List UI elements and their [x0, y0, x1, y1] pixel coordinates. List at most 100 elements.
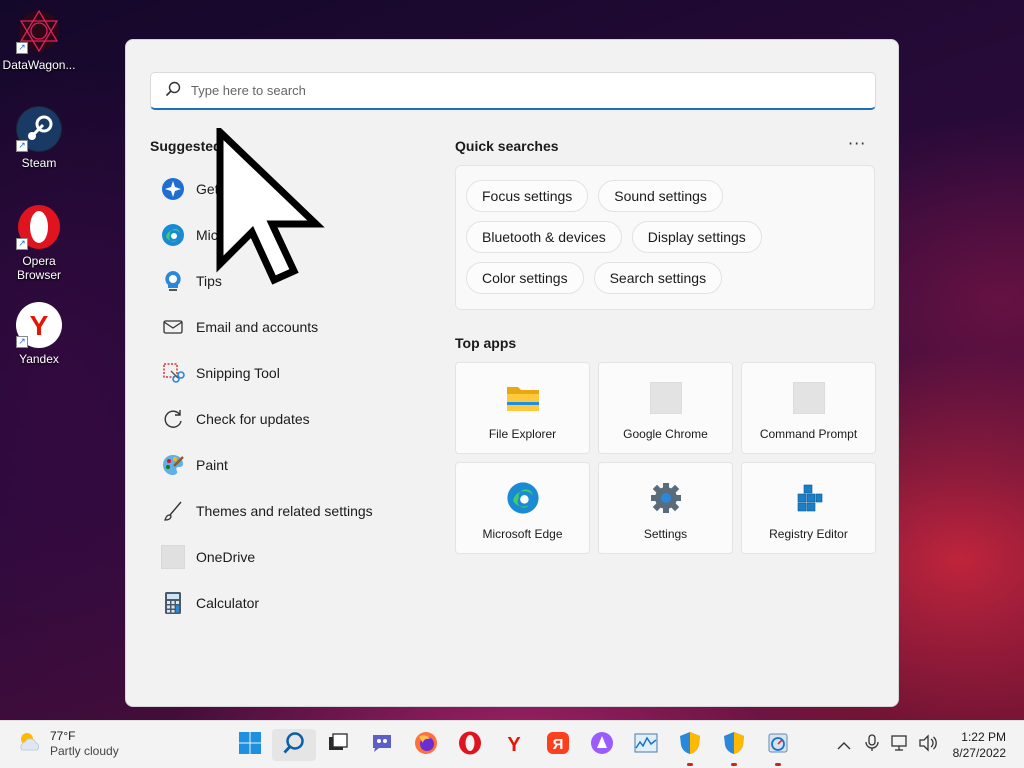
suggested-item-label: Snipping Tool — [196, 365, 280, 381]
app-tile-label: File Explorer — [488, 427, 557, 441]
quick-searches-heading: Quick searches — [455, 138, 559, 154]
desktop-icon-yandex[interactable]: Y ↗ Yandex — [0, 302, 78, 366]
suggested-item-label: Paint — [196, 457, 228, 473]
speaker-icon — [918, 734, 938, 756]
suggested-item-snipping-tool[interactable]: Snipping Tool — [150, 350, 420, 396]
taskbar-clock[interactable]: 1:22 PM 8/27/2022 — [944, 729, 1006, 761]
opera-icon: ↗ — [16, 204, 62, 250]
taskbar-opera-button[interactable] — [448, 729, 492, 761]
suggested-item-paint[interactable]: Paint — [150, 442, 420, 488]
search-icon — [165, 81, 181, 101]
app-tile-registry-editor[interactable]: Registry Editor — [741, 462, 876, 554]
suggested-item-check-updates[interactable]: Check for updates — [150, 396, 420, 442]
suggested-item-themes[interactable]: Themes and related settings — [150, 488, 420, 534]
desktop-icon-datawagon[interactable]: ↗ DataWagon... — [0, 8, 78, 72]
app-tile-label: Google Chrome — [623, 427, 708, 441]
get-started-icon — [160, 176, 186, 202]
firefox-icon — [414, 731, 438, 759]
chip-display-settings[interactable]: Display settings — [631, 221, 762, 253]
microphone-icon — [865, 734, 879, 756]
task-view-button[interactable] — [316, 729, 360, 761]
desktop-icon-opera[interactable]: ↗ Opera Browser — [0, 204, 78, 282]
suggested-item-email-accounts[interactable]: Email and accounts — [150, 304, 420, 350]
search-input[interactable] — [191, 83, 871, 98]
app-tile-file-explorer[interactable]: File Explorer — [455, 362, 590, 454]
search-box[interactable] — [150, 72, 876, 110]
microphone-button[interactable] — [858, 731, 886, 759]
yandex-browser-icon: Я — [546, 731, 570, 759]
app-tile-settings[interactable]: Settings — [598, 462, 733, 554]
desktop-icon-label: Yandex — [19, 352, 59, 366]
clock-date: 8/27/2022 — [952, 746, 1006, 760]
network-button[interactable] — [886, 731, 914, 759]
suggested-item-label: OneDrive — [196, 549, 256, 565]
folder-icon — [506, 381, 540, 415]
chip-sound-settings[interactable]: Sound settings — [598, 180, 723, 212]
taskbar-search-button[interactable] — [272, 729, 316, 761]
shield-icon — [723, 731, 745, 759]
steam-icon: ↗ — [16, 106, 62, 152]
snipping-tool-icon — [160, 360, 186, 386]
network-icon — [890, 734, 910, 756]
suggested-item-label: Calculator — [196, 595, 260, 611]
taskbar-firefox-button[interactable] — [404, 729, 448, 761]
taskbar-apps: Y Я — [228, 729, 800, 766]
placeholder-icon — [792, 381, 826, 415]
mouse-cursor-icon — [216, 123, 326, 288]
suggested-heading: Suggested — [150, 138, 222, 154]
volume-button[interactable] — [914, 731, 942, 759]
taskbar-security-button[interactable] — [668, 729, 712, 766]
task-view-icon — [327, 732, 349, 758]
calculator-icon — [160, 590, 186, 616]
placeholder-icon — [160, 544, 186, 570]
show-hidden-icons-button[interactable] — [830, 731, 858, 759]
shield-icon — [679, 731, 701, 759]
partly-cloudy-icon — [16, 730, 42, 758]
taskbar-chat-button[interactable] — [360, 729, 404, 761]
taskbar-system-tool-button[interactable] — [756, 729, 800, 766]
taskbar-performance-button[interactable] — [624, 729, 668, 761]
suggested-item-label: Check for updates — [196, 411, 310, 427]
suggested-item-calculator[interactable]: Calculator — [150, 580, 420, 626]
system-tray — [830, 731, 942, 759]
weather-widget[interactable]: 77°F Partly cloudy — [16, 729, 119, 759]
paint-icon — [160, 452, 186, 478]
search-icon — [282, 731, 306, 759]
app-tile-label: Microsoft Edge — [482, 527, 563, 541]
svg-text:Y: Y — [507, 734, 521, 755]
taskbar-security-button-2[interactable] — [712, 729, 756, 766]
brush-icon — [160, 498, 186, 524]
refresh-icon — [160, 406, 186, 432]
chip-color-settings[interactable]: Color settings — [466, 262, 584, 294]
taskbar-alice-button[interactable] — [580, 729, 624, 761]
gear-icon — [649, 481, 683, 515]
quick-searches-box: Focus settings Sound settings Bluetooth … — [455, 165, 875, 310]
taskbar-yandex-button[interactable]: Y — [492, 729, 536, 761]
chevron-up-icon — [837, 736, 851, 755]
system-tool-icon — [766, 731, 790, 759]
svg-text:Y: Y — [30, 310, 49, 341]
chip-bluetooth-devices[interactable]: Bluetooth & devices — [466, 221, 622, 253]
app-tile-google-chrome[interactable]: Google Chrome — [598, 362, 733, 454]
more-options-button[interactable]: ··· — [848, 134, 866, 153]
edge-icon — [160, 222, 186, 248]
chat-icon — [370, 731, 394, 759]
app-tile-microsoft-edge[interactable]: Microsoft Edge — [455, 462, 590, 554]
suggested-item-onedrive[interactable]: OneDrive — [150, 534, 420, 580]
placeholder-icon — [649, 381, 683, 415]
app-tile-command-prompt[interactable]: Command Prompt — [741, 362, 876, 454]
edge-icon — [506, 481, 540, 515]
weather-temperature: 77°F — [50, 729, 76, 743]
start-button[interactable] — [228, 729, 272, 761]
registry-icon — [792, 481, 826, 515]
tips-icon — [160, 268, 186, 294]
top-apps-grid: File Explorer Google Chrome Command Prom… — [455, 362, 876, 554]
chip-search-settings[interactable]: Search settings — [593, 262, 723, 294]
desktop-icon-steam[interactable]: ↗ Steam — [0, 106, 78, 170]
chip-focus-settings[interactable]: Focus settings — [466, 180, 589, 212]
taskbar-yandex-browser-button[interactable]: Я — [536, 729, 580, 761]
yandex-icon: Y — [502, 731, 526, 759]
mail-icon — [160, 314, 186, 340]
app-tile-label: Registry Editor — [769, 527, 848, 541]
desktop-icon-label: Steam — [21, 156, 57, 170]
